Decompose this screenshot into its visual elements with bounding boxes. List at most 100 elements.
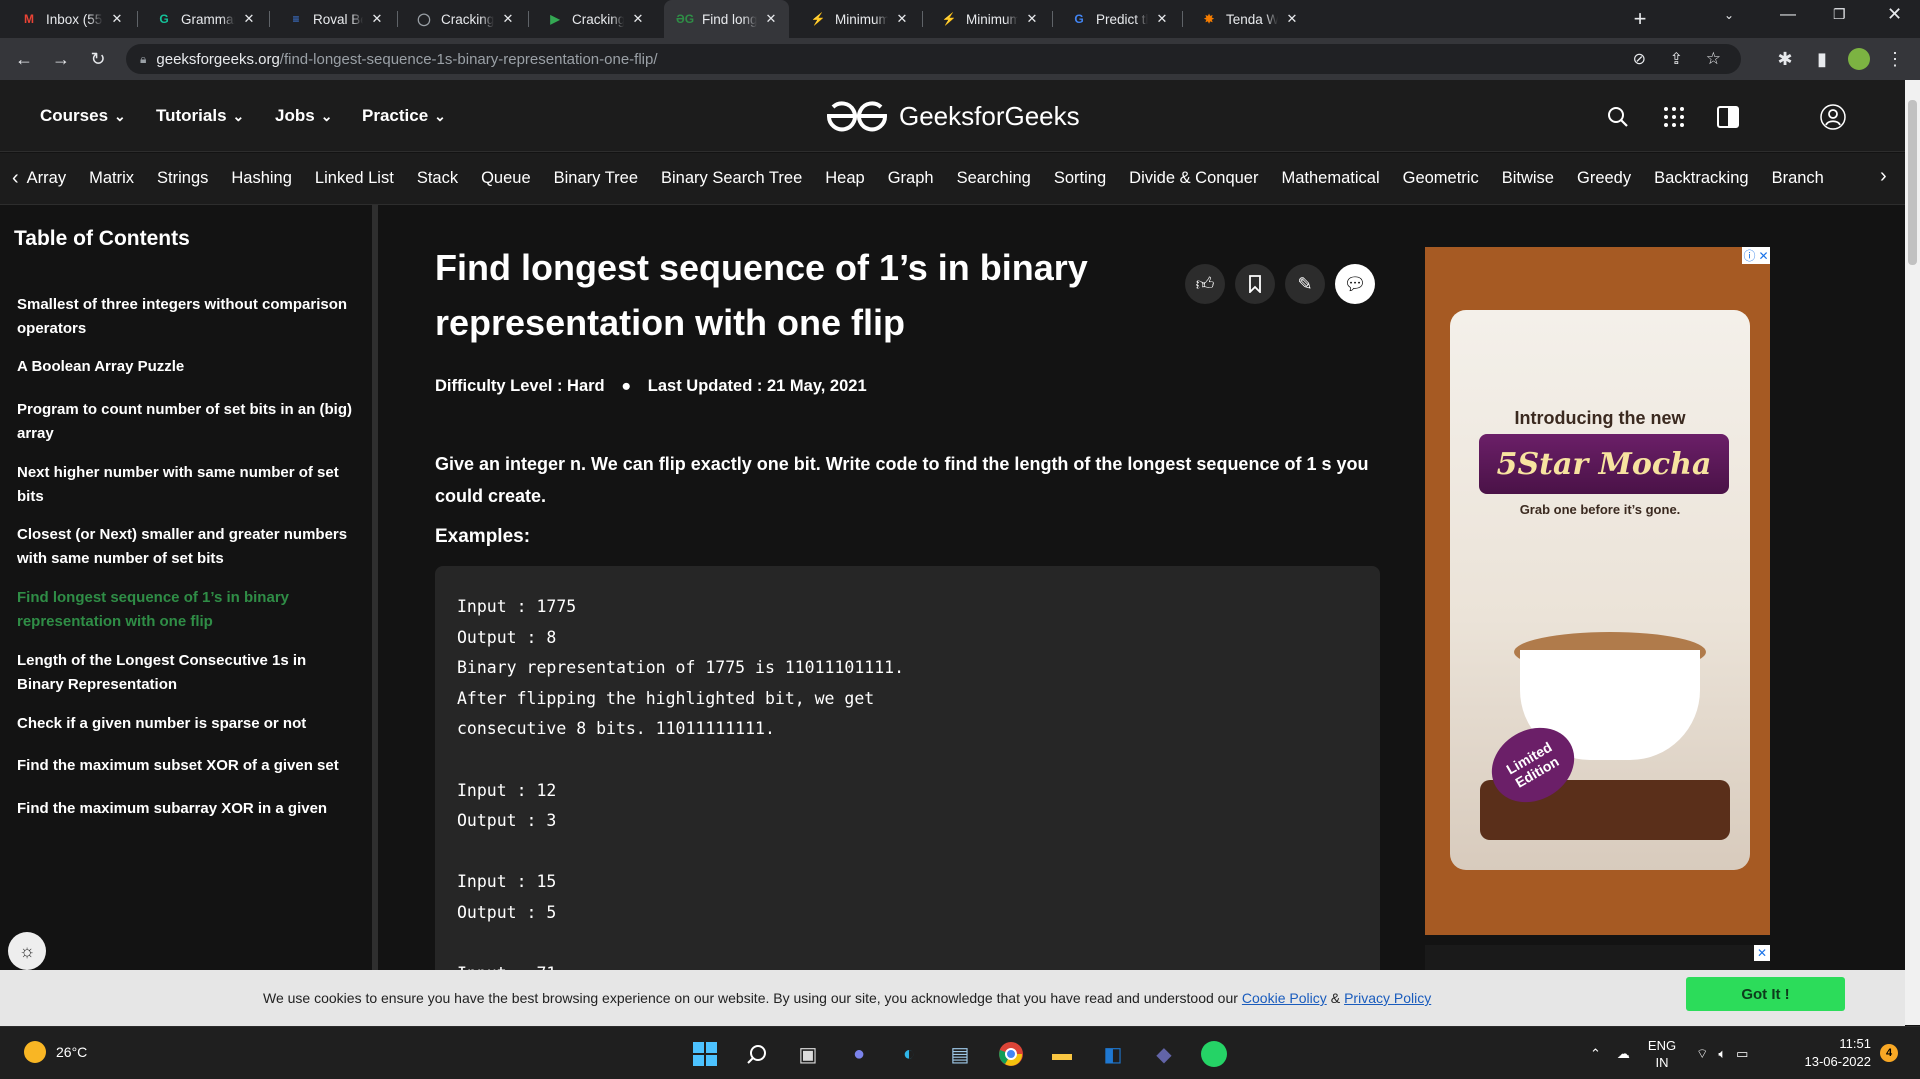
tab-close-icon[interactable]: ✕ [109, 11, 125, 27]
toc-item[interactable]: A Boolean Array Puzzle [17, 355, 357, 379]
tab-close-icon[interactable]: ✕ [1024, 11, 1040, 27]
apps-grid-icon[interactable] [1661, 104, 1687, 130]
language-indicator[interactable]: ENG IN [1648, 1037, 1676, 1071]
clock[interactable]: 11:51 13-06-2022 [1797, 1035, 1872, 1071]
ad-close-icon[interactable]: ⓘ ✕ [1742, 247, 1770, 264]
teams-chat-icon[interactable]: ● [844, 1039, 874, 1069]
tab-close-icon[interactable]: ✕ [894, 11, 910, 27]
tab-close-icon[interactable]: ✕ [500, 11, 516, 27]
eye-off-icon[interactable]: ⊘ [1633, 49, 1646, 69]
browser-tab[interactable]: ⚡ Minimum Nur ✕ [928, 0, 1050, 38]
edit-pencil-icon[interactable]: ✎ [1285, 264, 1325, 304]
minimize-button[interactable]: — [1780, 6, 1796, 24]
chevron-left-icon[interactable]: ‹ [12, 167, 19, 190]
category-link[interactable]: Linked List [315, 169, 394, 188]
tab-close-icon[interactable]: ✕ [1154, 11, 1170, 27]
browser-tab[interactable]: G Grammarly ✕ [143, 0, 267, 38]
like-icon[interactable]: 👍︎ [1185, 264, 1225, 304]
bookmark-star-icon[interactable]: ☆ [1706, 49, 1721, 69]
address-bar[interactable]: 🔒︎ geeksforgeeks.org/find-longest-sequen… [126, 44, 1741, 74]
category-link[interactable]: Graph [888, 169, 934, 188]
outlook-icon[interactable]: ◧ [1098, 1039, 1128, 1069]
notification-badge[interactable]: 4 [1880, 1044, 1898, 1062]
scrollbar-thumb[interactable] [1908, 100, 1917, 265]
category-link[interactable]: Divide & Conquer [1129, 169, 1258, 188]
category-link[interactable]: Stack [417, 169, 458, 188]
category-link[interactable]: Searching [957, 169, 1031, 188]
category-link[interactable]: Binary Tree [554, 169, 638, 188]
tab-close-icon[interactable]: ✕ [630, 11, 646, 27]
category-link[interactable]: Mathematical [1281, 169, 1379, 188]
taskbar-search-icon[interactable] [742, 1039, 772, 1069]
browser-tab[interactable]: ▶ Cracking the C ✕ [534, 0, 656, 38]
chrome-menu-icon[interactable]: ⋮ [1882, 46, 1908, 72]
toc-item[interactable]: Closest (or Next) smaller and greater nu… [17, 523, 357, 571]
extensions-icon[interactable]: ✱ [1772, 46, 1798, 72]
side-panel-icon[interactable]: ▮ [1809, 46, 1835, 72]
comment-icon[interactable]: 💬︎ [1335, 264, 1375, 304]
chrome-icon[interactable] [996, 1039, 1026, 1069]
translate-icon[interactable] [1715, 104, 1741, 130]
restore-button[interactable]: ❐ [1833, 6, 1846, 23]
browser-tab[interactable]: G Predict the eff ✕ [1058, 0, 1180, 38]
edge-icon[interactable]: ◐ [894, 1039, 924, 1069]
tab-search-icon[interactable]: ⌄ [1724, 8, 1734, 22]
reload-icon[interactable]: ↻ [85, 46, 111, 72]
menu-practice[interactable]: Practice ⌄ [362, 80, 446, 152]
gfg-logo[interactable]: GeeksforGeeks [825, 94, 1080, 138]
weather-widget[interactable]: 26°C [24, 1041, 87, 1063]
category-link[interactable]: Branch [1772, 169, 1824, 188]
toc-item-current[interactable]: Find longest sequence of 1’s in binary r… [17, 586, 357, 634]
toc-item[interactable]: Check if a given number is sparse or not [17, 712, 357, 736]
category-link[interactable]: Array [27, 169, 66, 188]
browser-tab[interactable]: M Inbox (557) - r ✕ [8, 0, 135, 38]
back-icon[interactable]: ← [11, 46, 37, 72]
category-link[interactable]: Geometric [1403, 169, 1479, 188]
user-account-icon[interactable] [1820, 104, 1846, 130]
category-link[interactable]: Bitwise [1502, 169, 1554, 188]
category-link[interactable]: Queue [481, 169, 531, 188]
chevron-right-icon[interactable]: › [1878, 165, 1887, 188]
toc-item[interactable]: Find the maximum subarray XOR in a given [17, 797, 357, 821]
category-link[interactable]: Strings [157, 169, 208, 188]
menu-courses[interactable]: Courses ⌄ [40, 80, 126, 152]
start-windows-icon[interactable] [690, 1039, 720, 1069]
browser-tab[interactable]: ✸ Tenda Wireles ✕ [1188, 0, 1310, 38]
tab-close-icon[interactable]: ✕ [763, 11, 779, 27]
toc-item[interactable]: Next higher number with same number of s… [17, 461, 357, 509]
category-link[interactable]: Heap [825, 169, 864, 188]
privacy-policy-link[interactable]: Privacy Policy [1344, 990, 1431, 1006]
volume-icon[interactable]: 🔈︎ [1718, 1046, 1726, 1062]
profile-avatar[interactable] [1846, 46, 1872, 72]
battery-icon[interactable]: ▭ [1736, 1046, 1748, 1062]
browser-tab[interactable]: ≡ Roval Benny R ✕ [275, 0, 395, 38]
browser-tab[interactable]: ƏG Find longest s ✕ [664, 0, 789, 38]
close-window-button[interactable]: ✕ [1887, 4, 1902, 25]
bookmark-icon[interactable] [1235, 264, 1275, 304]
ad-close-icon[interactable]: ✕ [1754, 945, 1770, 961]
category-link[interactable]: Hashing [231, 169, 292, 188]
onedrive-cloud-icon[interactable]: ☁ [1617, 1046, 1630, 1062]
category-link[interactable]: Matrix [89, 169, 134, 188]
task-view-icon[interactable]: ▣ [793, 1039, 823, 1069]
share-icon[interactable]: ⇪ [1670, 49, 1683, 69]
toc-item[interactable]: Smallest of three integers without compa… [17, 293, 357, 341]
photos-icon[interactable]: ▤ [945, 1039, 975, 1069]
category-link[interactable]: Sorting [1054, 169, 1106, 188]
forward-icon[interactable]: → [48, 46, 74, 72]
advertisement[interactable]: ⓘ ✕ Introducing the new 5Star Mocha Grab … [1425, 247, 1770, 935]
teams-icon[interactable]: ◆ [1149, 1039, 1179, 1069]
category-link[interactable]: Greedy [1577, 169, 1631, 188]
theme-settings-button[interactable]: ☼ [8, 932, 46, 970]
tab-close-icon[interactable]: ✕ [241, 11, 257, 27]
cookie-accept-button[interactable]: Got It ! [1686, 977, 1845, 1011]
browser-tab[interactable]: ⚡ Minimum Nur ✕ [797, 0, 920, 38]
toc-item[interactable]: Program to count number of set bits in a… [17, 398, 357, 446]
toc-item[interactable]: Find the maximum subset XOR of a given s… [17, 754, 357, 778]
page-scrollbar[interactable] [1905, 80, 1920, 1025]
browser-tab[interactable]: ◯ Cracking the C ✕ [403, 0, 526, 38]
file-explorer-icon[interactable]: ▬ [1047, 1039, 1077, 1069]
chevron-up-icon[interactable]: ⌃ [1590, 1046, 1601, 1062]
toc-item[interactable]: Length of the Longest Consecutive 1s in … [17, 649, 357, 697]
wifi-icon[interactable]: ⌔ [1696, 1046, 1708, 1062]
